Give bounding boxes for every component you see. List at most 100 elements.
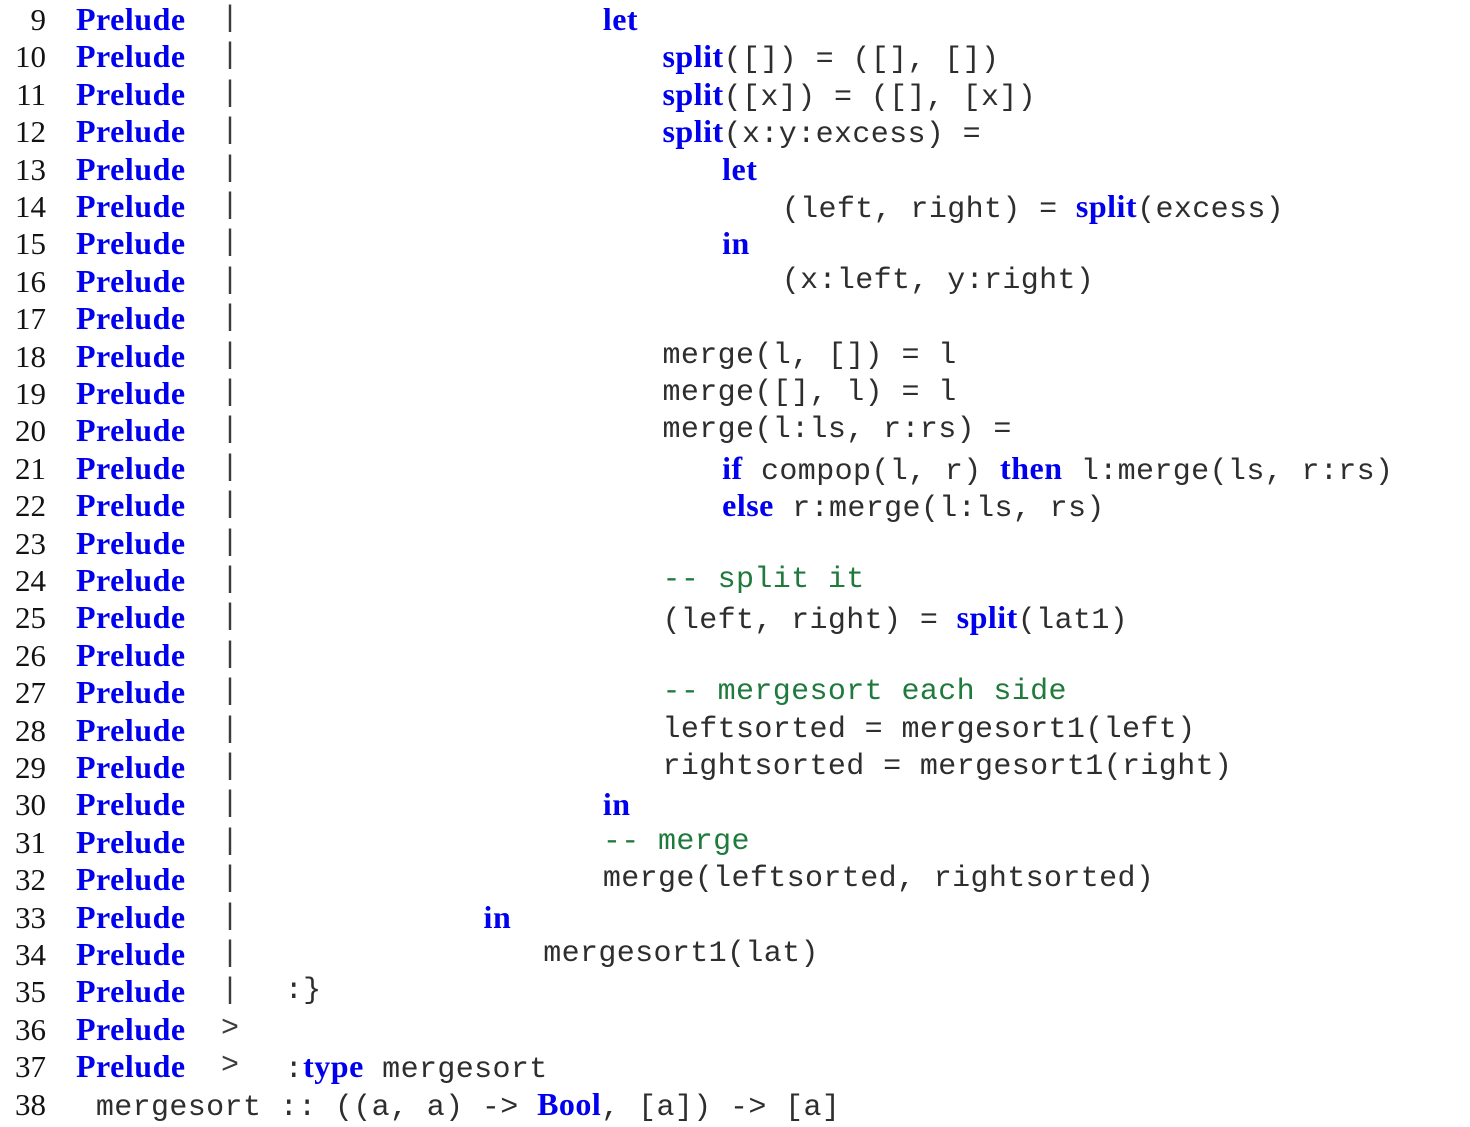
keyword-token: if	[722, 449, 743, 486]
code-token: r:merge(l:ls, rs)	[773, 492, 1105, 527]
prompt-separator: >	[221, 1049, 240, 1084]
transcript-line: 30 Prelude | in	[0, 786, 1470, 823]
code-text: in	[484, 899, 512, 940]
ghci-prompt: Prelude	[76, 449, 186, 486]
ghci-prompt: Prelude	[76, 823, 186, 860]
code-text: mergesort1(lat)	[543, 936, 819, 973]
line-number: 33	[15, 899, 46, 935]
ghci-prompt: Prelude	[76, 412, 186, 449]
ghci-prompt: Prelude	[76, 1, 186, 37]
ghci-prompt: Prelude	[76, 636, 186, 673]
transcript-line: 35 Prelude |:}	[0, 973, 1470, 1010]
ghci-prompt: Prelude	[76, 150, 186, 187]
prompt-separator: |	[221, 899, 240, 934]
code-token: :	[284, 1053, 304, 1088]
line-number: 24	[15, 563, 46, 598]
code-token: rightsorted = mergesort1(right)	[662, 750, 1233, 784]
prompt-separator: |	[221, 675, 240, 710]
code-token: (x:left, y:right)	[781, 263, 1095, 298]
ghci-session-transcript: 9 Prelude | let 10 Prelude | split([]) = ([], […	[0, 0, 1470, 1125]
code-text: in	[722, 225, 750, 266]
ghci-prompt: Prelude	[76, 188, 186, 224]
comment-token: -- split it	[662, 563, 865, 597]
code-text: mergesort :: ((a, a) -> Bool, [a]) -> [a…	[96, 1086, 840, 1127]
code-text: -- merge	[603, 824, 750, 861]
prompt-separator: |	[221, 750, 240, 784]
transcript-line: 13 Prelude | let	[0, 151, 1470, 188]
ghci-prompt: Prelude	[76, 786, 186, 823]
comment-token: -- merge	[602, 824, 750, 859]
code-text: else r:merge(l:ls, rs)	[722, 487, 1105, 528]
ghci-prompt: Prelude	[76, 711, 186, 748]
prompt-separator: |	[221, 450, 240, 485]
ghci-prompt: Prelude	[76, 749, 186, 785]
transcript-line: 25 Prelude | (left, right) = split(lat1)	[0, 599, 1470, 638]
line-number: 9	[30, 2, 47, 37]
ghci-prompt: Prelude	[76, 300, 186, 337]
prompt-separator: |	[221, 525, 240, 560]
ghci-prompt: Prelude	[76, 487, 186, 524]
code-text: -- split it	[662, 562, 864, 599]
line-number: 22	[15, 488, 46, 524]
line-number: 15	[15, 226, 46, 262]
code-token: mergesort1(lat)	[543, 937, 819, 971]
code-text: (x:left, y:right)	[782, 263, 1095, 300]
keyword-token: let	[602, 1, 639, 37]
code-text: split([x]) = ([], [x])	[662, 76, 1036, 117]
line-number: 11	[16, 76, 46, 112]
transcript-line: 14 Prelude | (left, right) = split(excess)	[0, 188, 1470, 227]
code-token: merge(l, []) = l	[662, 338, 957, 373]
transcript-line: 24 Prelude | -- split it	[0, 562, 1470, 599]
keyword-token: split	[662, 113, 724, 150]
code-token: ([]) = ([], [])	[723, 43, 1000, 78]
code-text: (left, right) = split(lat1)	[662, 599, 1128, 640]
keyword-token: split	[956, 599, 1018, 636]
prompt-separator: |	[221, 263, 240, 298]
keyword-token: then	[1000, 449, 1063, 486]
code-text: -- mergesort each side	[662, 674, 1066, 711]
code-token: (excess)	[1137, 193, 1285, 227]
code-token: mergesort	[363, 1053, 548, 1088]
code-text: merge(l:ls, r:rs) =	[662, 412, 1011, 449]
code-token: mergesort :: ((a, a) ->	[95, 1090, 538, 1125]
prompt-separator: |	[221, 862, 240, 897]
keyword-token: type	[303, 1048, 364, 1085]
keyword-token: in	[483, 898, 512, 935]
code-token: compop(l, r)	[742, 454, 1001, 489]
prompt-separator: |	[221, 301, 240, 336]
code-token: leftsorted = mergesort1(left)	[662, 712, 1196, 747]
prompt-separator: |	[221, 39, 240, 74]
prompt-separator: |	[221, 189, 240, 223]
transcript-line: 22 Prelude | else r:merge(l:ls, rs)	[0, 487, 1470, 526]
transcript-line: 19 Prelude | merge([], l) = l	[0, 375, 1470, 412]
line-number: 10	[15, 39, 46, 75]
ghci-prompt: Prelude	[76, 225, 186, 262]
ghci-prompt: Prelude	[76, 861, 186, 898]
line-number: 18	[15, 338, 46, 374]
prompt-separator: |	[221, 937, 240, 971]
transcript-line: 38 mergesort :: ((a, a) -> Bool, [a]) -> …	[0, 1086, 1470, 1125]
line-number: 28	[15, 712, 46, 748]
prompt-separator: |	[221, 712, 240, 747]
transcript-line: 27 Prelude | -- mergesort each side	[0, 674, 1470, 711]
keyword-token: Bool	[537, 1085, 602, 1122]
transcript-line: 18 Prelude | merge(l, []) = l	[0, 338, 1470, 375]
code-text: merge(l, []) = l	[662, 338, 956, 375]
code-text: let	[603, 1, 638, 42]
code-text: if compop(l, r) then l:merge(ls, r:rs)	[722, 450, 1393, 491]
prompt-separator: >	[221, 1011, 240, 1046]
code-text: split(x:y:excess) =	[662, 113, 981, 154]
transcript-line: 20 Prelude | merge(l:ls, r:rs) =	[0, 412, 1470, 449]
keyword-token: split	[662, 75, 724, 112]
keyword-token: in	[722, 225, 750, 262]
transcript-line: 12 Prelude | split(x:y:excess) =	[0, 113, 1470, 152]
prompt-separator: |	[221, 488, 240, 523]
transcript-line: 21 Prelude | if compop(l, r) then l:merge(l…	[0, 449, 1470, 489]
code-text: merge([], l) = l	[662, 375, 956, 412]
ghci-prompt: Prelude	[76, 674, 186, 711]
code-token: (lat1)	[1017, 604, 1129, 639]
line-number: 34	[15, 937, 46, 972]
code-token: (left, right) =	[662, 604, 957, 639]
keyword-token: split	[1075, 188, 1138, 224]
prompt-separator: |	[221, 76, 240, 111]
